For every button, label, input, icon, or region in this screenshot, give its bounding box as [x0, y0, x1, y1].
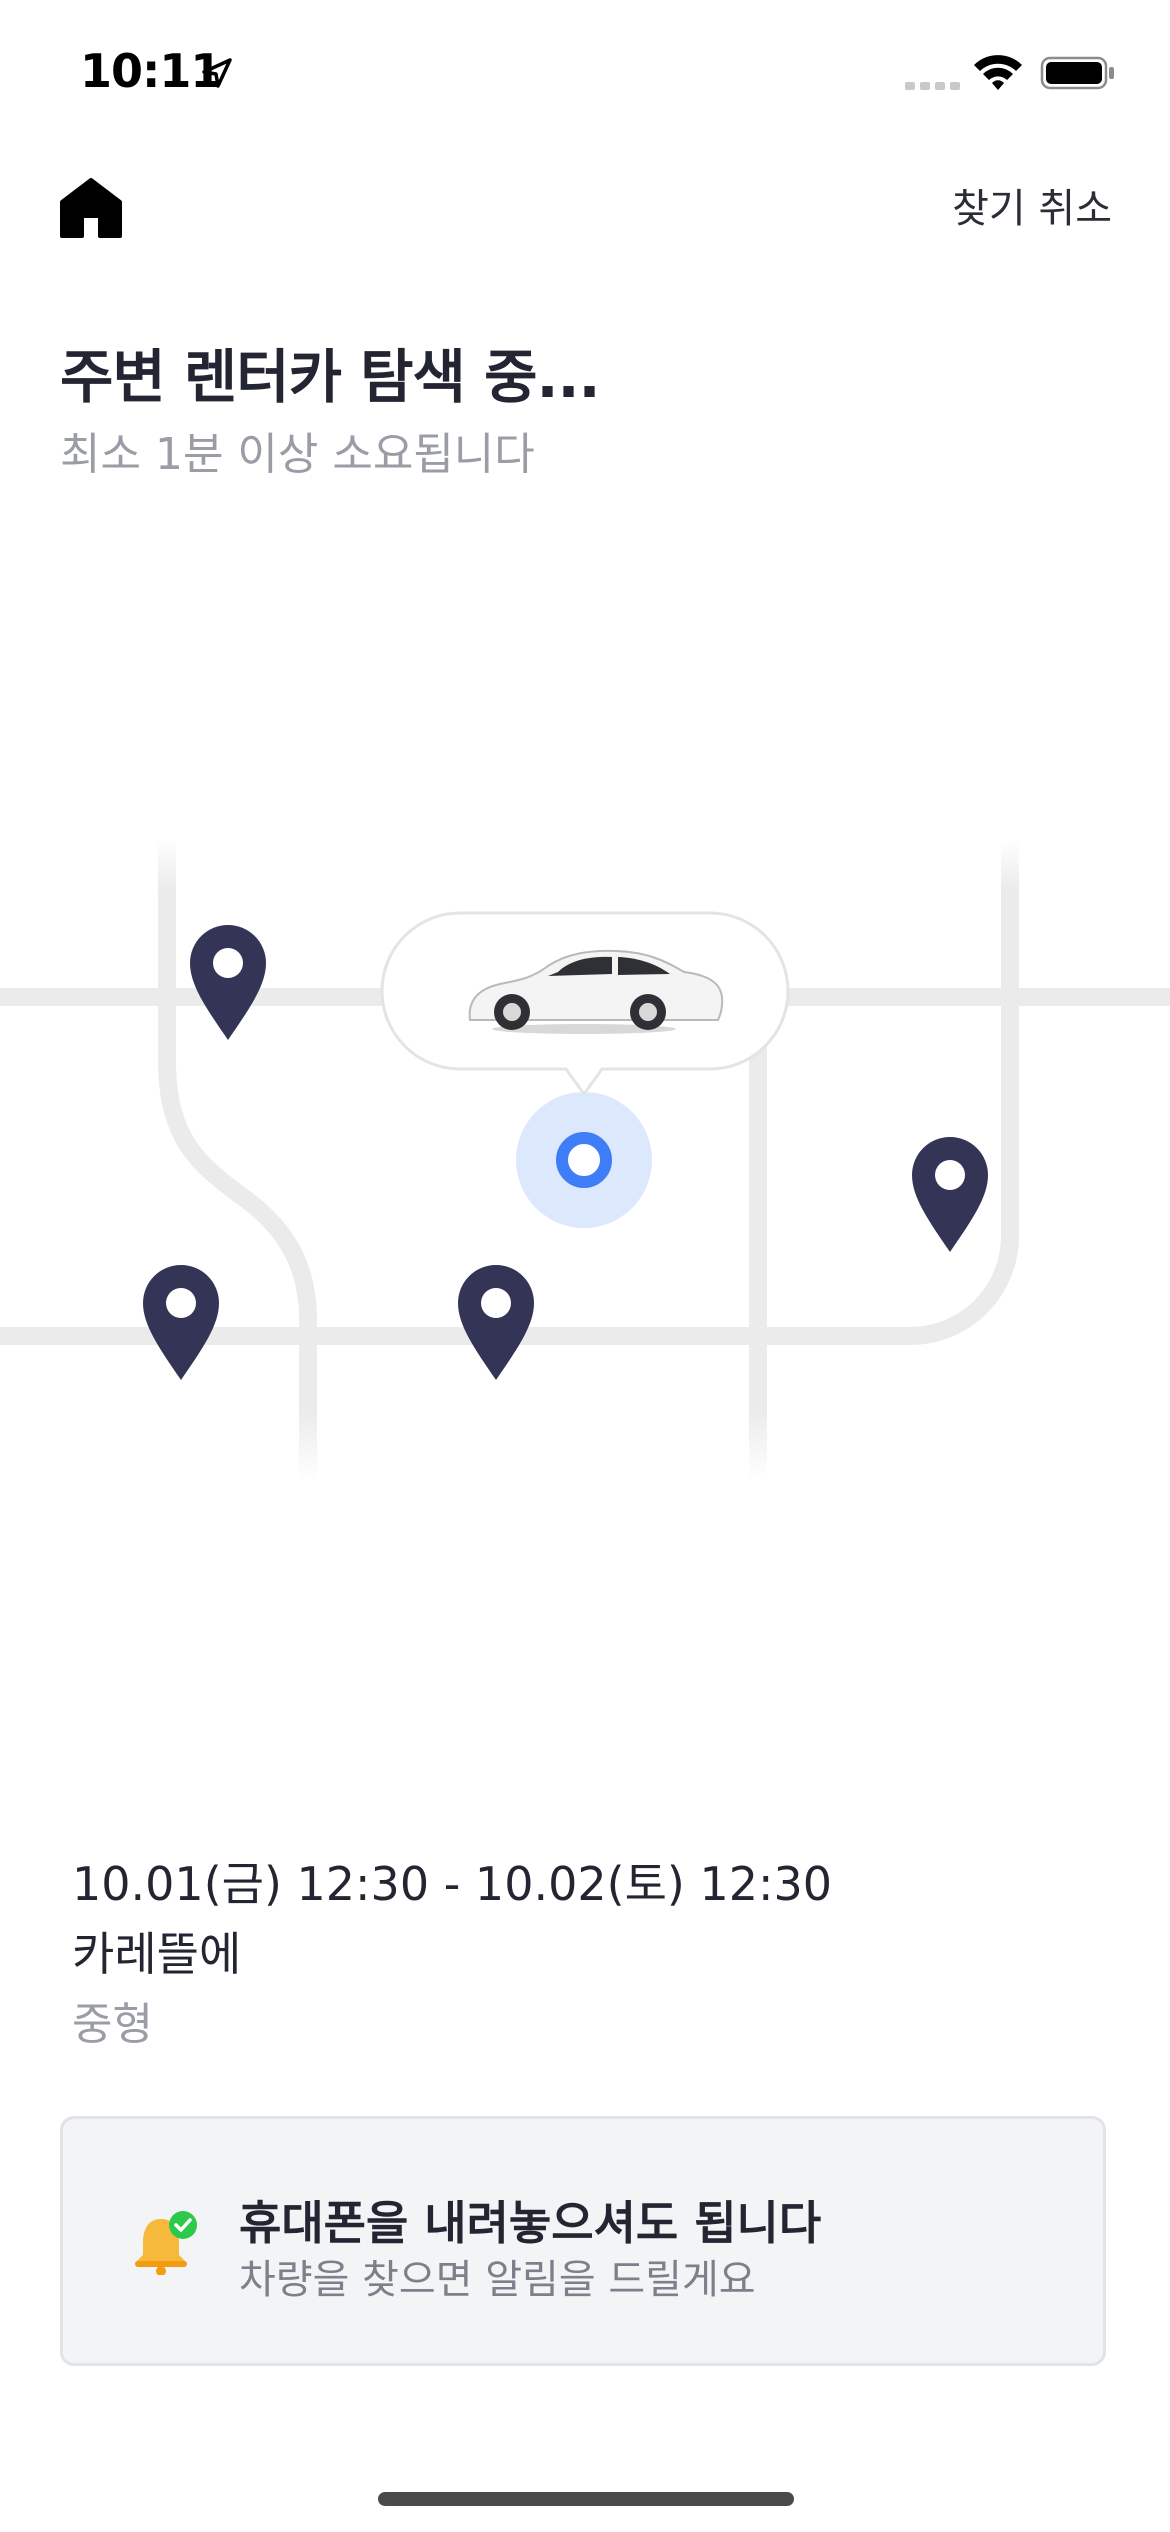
map-pin-icon [912, 1137, 988, 1252]
location-arrow-icon [202, 58, 232, 88]
bell-icon [135, 2211, 197, 2275]
notification-notice-card: 휴대폰을 내려놓으셔도 됩니다 차량을 찾으면 알림을 드릴게요 [60, 2116, 1106, 2366]
page-title: 주변 렌터카 탐색 중... [60, 343, 601, 411]
search-map [0, 840, 1170, 1480]
home-indicator[interactable] [378, 2492, 794, 2506]
home-icon [60, 178, 122, 238]
map-pin-icon [190, 925, 266, 1040]
user-location-marker [516, 1092, 652, 1228]
notice-title: 휴대폰을 내려놓으셔도 됩니다 [239, 2196, 822, 2250]
battery-icon [1040, 56, 1114, 90]
signal-icon [905, 82, 960, 90]
notice-description: 차량을 찾으면 알림을 드릴게요 [239, 2257, 756, 2303]
car-class: 중형 [72, 1999, 153, 2050]
map-pin-icon [143, 1265, 219, 1380]
wifi-icon [974, 55, 1022, 90]
car-name: 카레뜰에 [72, 1927, 242, 1981]
cancel-search-button[interactable]: 찾기 취소 [952, 176, 1112, 234]
check-icon [169, 2211, 197, 2239]
home-button[interactable] [58, 176, 124, 240]
map-pin-icon [458, 1265, 534, 1380]
page-subtitle: 최소 1분 이상 소요됩니다 [60, 429, 535, 480]
rental-period: 10.01(금) 12:30 - 10.02(토) 12:30 [72, 1857, 833, 1911]
car-bubble [380, 911, 790, 1097]
